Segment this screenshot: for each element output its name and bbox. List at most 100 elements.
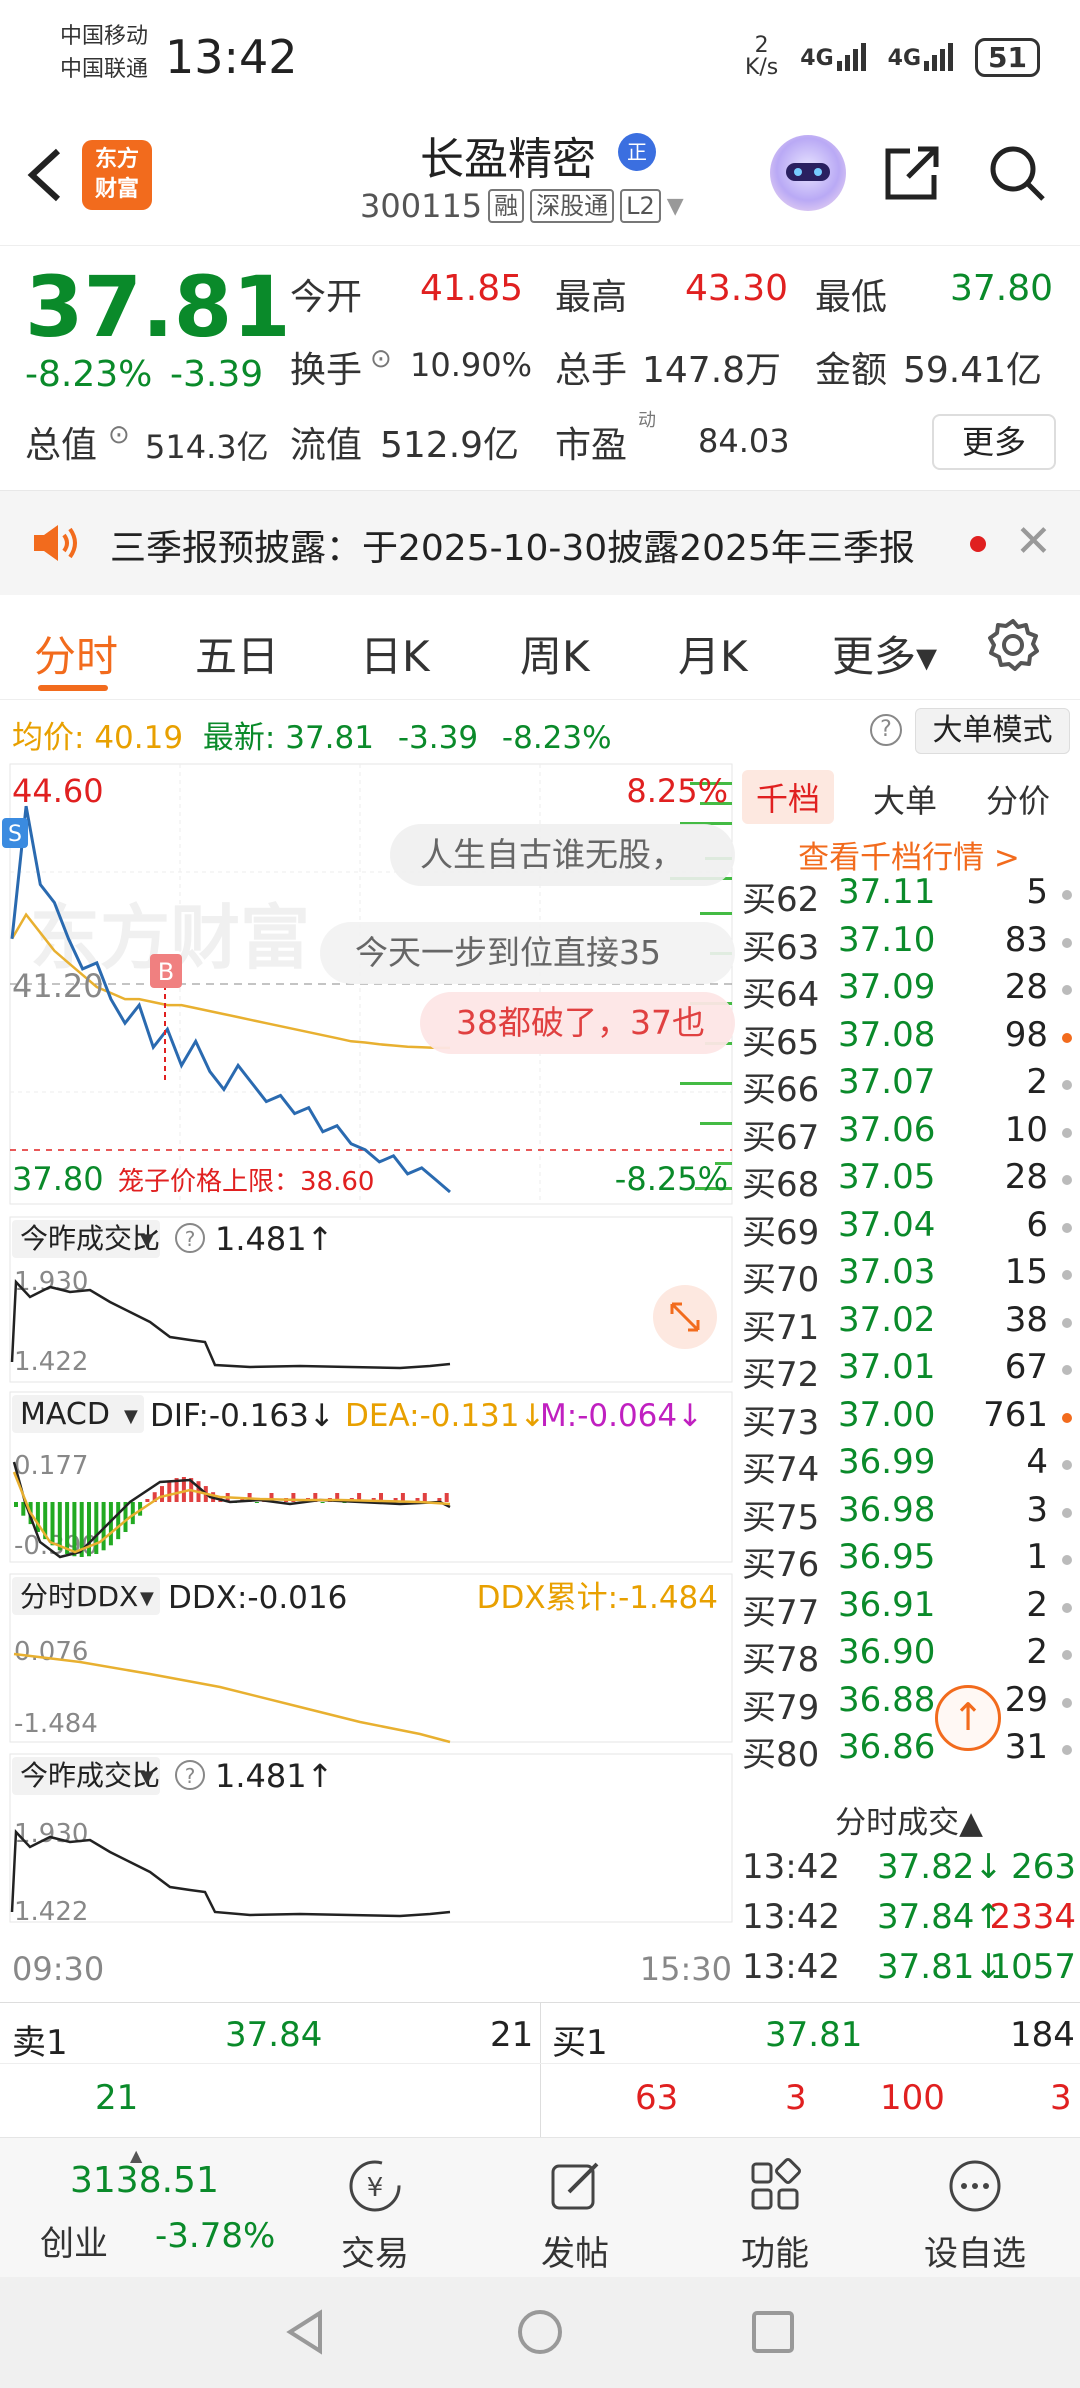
more-button[interactable]: 更多 (932, 414, 1056, 470)
vol2-top-label: 1.930 (14, 1819, 88, 1849)
order-book-row[interactable]: 买76 36.95 1 (738, 1537, 1080, 1585)
speaker-icon (34, 525, 77, 561)
order-book-row[interactable]: 买70 37.03 15 (738, 1252, 1080, 1300)
order-book-row[interactable]: 买66 37.07 2 (738, 1062, 1080, 1110)
row-volume: 761 (983, 1394, 1048, 1435)
caret-down-icon[interactable]: ▼ (667, 194, 684, 219)
close-icon[interactable]: ✕ (1015, 516, 1052, 567)
row-dot (1062, 1412, 1072, 1423)
row-dot (1062, 1555, 1072, 1565)
macd-bar (14, 1502, 18, 1507)
trade-row: 13:42 37.81↓ 1057 (742, 1947, 1080, 1993)
order-book-row[interactable]: 买65 37.08 98 (738, 1015, 1080, 1063)
chart-svg[interactable]: 东方财富 44.60 41.20 37.80 8.25% -8.25% 笼子价格… (0, 762, 735, 2002)
row-label: 买71 (742, 1307, 820, 1348)
trade-time: 13:42 (742, 1897, 840, 1937)
macd-bar (320, 1502, 325, 1503)
tab-monthly-k[interactable]: 月K (678, 623, 748, 684)
pe-value: 84.03 (698, 422, 790, 460)
tab-price-dist[interactable]: 分价 (986, 776, 1050, 822)
tab-intraday[interactable]: 分时 (34, 623, 118, 684)
app-logo[interactable]: 东方 财富 (82, 140, 152, 210)
tab-depth[interactable]: 千档 (742, 770, 835, 824)
mktcap-label: 总值 (25, 425, 98, 466)
net-speed: 2 K/s (744, 33, 779, 80)
nav-recents-icon[interactable] (748, 2307, 798, 2357)
tab-more[interactable]: 更多▾ (832, 623, 937, 684)
macd-bar (94, 1502, 99, 1554)
nav-back-icon[interactable] (280, 2307, 330, 2357)
ai-assistant-icon[interactable] (770, 135, 846, 211)
order-book-row[interactable]: 买68 37.05 28 (738, 1157, 1080, 1205)
amount-label: 金额 (815, 350, 888, 391)
nav-add-watchlist[interactable]: 设自选 (875, 2138, 1075, 2275)
gear-icon[interactable] (985, 617, 1041, 673)
row-label: 买62 (742, 880, 820, 920)
last-price: 37.81 (25, 258, 291, 356)
ddx-cum: DDX累计:-1.484 (477, 1580, 718, 1616)
order-book-row[interactable]: 买74 36.99 4 (738, 1442, 1080, 1490)
row-label: 买77 (742, 1592, 820, 1633)
share-icon[interactable] (880, 141, 944, 205)
macd-bar (50, 1502, 55, 1546)
row-dot (1062, 937, 1072, 948)
limit-label: 笼子价格上限：38.60 (118, 1167, 374, 1197)
order-book-row[interactable]: 买63 37.10 83 (738, 920, 1080, 968)
battery-icon: 51 (975, 37, 1040, 77)
row-dot (1062, 890, 1072, 900)
row-price: 37.11 (838, 872, 936, 912)
order-book-row[interactable]: 买78 36.90 2 (738, 1632, 1080, 1680)
tab-daily-k[interactable]: 日K (360, 623, 430, 684)
buy-marker-label: B (158, 958, 174, 986)
trade-row: 13:42 37.84↑ 2334 (742, 1897, 1080, 1943)
row-label: 买78 (742, 1640, 820, 1680)
order-book-row[interactable]: 买67 37.06 10 (738, 1110, 1080, 1158)
turnover-info-icon[interactable]: ⊙ (370, 344, 392, 374)
order-book-row[interactable]: 买75 36.98 3 (738, 1490, 1080, 1538)
help-icon[interactable]: ? (870, 714, 902, 746)
row-label: 买72 (742, 1355, 820, 1395)
notice-text: 三季报预披露：于2025-10-30披露2025年三季报 (110, 528, 915, 569)
sell-marker-label: S (8, 822, 22, 847)
nav-trade[interactable]: ¥ 交易 (275, 2138, 475, 2275)
nav-home-icon[interactable] (515, 2307, 565, 2357)
trade-volume: 2334 (989, 1897, 1076, 1937)
row-price: 36.88 (838, 1679, 936, 1720)
order-book-row[interactable]: 买79 36.88 29 (738, 1680, 1080, 1728)
trades-title[interactable]: 分时成交▲ (738, 1797, 1080, 1842)
order-book-row[interactable]: 买62 37.11 5 (738, 872, 1080, 920)
price-low-label: 37.80 (12, 1160, 104, 1198)
order-book-row[interactable]: 买64 37.09 28 (738, 967, 1080, 1015)
row-volume: 3 (1026, 1489, 1048, 1530)
row-dot (1062, 1460, 1072, 1470)
status-time: 13:42 (165, 30, 298, 84)
mktcap-value: 514.3亿 (145, 428, 269, 466)
tab-big-order[interactable]: 大单 (873, 776, 937, 822)
buy1-label: 买1 (552, 2023, 608, 2063)
tab-weekly-k[interactable]: 周K (520, 623, 590, 684)
nav-functions[interactable]: 功能 (675, 2138, 875, 2275)
order-book-row[interactable]: 买77 36.91 2 (738, 1585, 1080, 1633)
macd-label: MACD (20, 1397, 110, 1432)
row-dot (1062, 1507, 1072, 1518)
back-to-top-button[interactable]: ↑ (935, 1685, 1001, 1751)
tab-5day[interactable]: 五日 (195, 623, 279, 684)
chart-area[interactable]: 东方财富 44.60 41.20 37.80 8.25% -8.25% 笼子价格… (0, 762, 735, 2002)
order-book-row[interactable]: 买73 37.00 761 (738, 1395, 1080, 1443)
order-book-row[interactable]: 买72 37.01 67 (738, 1347, 1080, 1395)
order-book-row[interactable]: 买71 37.02 38 (738, 1300, 1080, 1348)
mktcap-info-icon[interactable]: ⊙ (108, 420, 130, 450)
buy1-volume: 184 (1010, 2015, 1075, 2055)
pct-low-label: -8.25% (615, 1160, 728, 1198)
view-depth-link[interactable]: 查看千档行情 > (738, 832, 1080, 877)
nav-post[interactable]: 发帖 (475, 2138, 675, 2275)
notice-unread-dot (970, 536, 986, 552)
search-icon[interactable] (985, 141, 1049, 205)
order-book-row[interactable]: 买69 37.04 6 (738, 1205, 1080, 1253)
back-icon[interactable] (20, 145, 70, 205)
macd-bar (72, 1502, 77, 1557)
buy-queue-item: 100 (880, 2078, 945, 2118)
notice-bar[interactable]: 三季报预披露：于2025-10-30披露2025年三季报 ✕ (0, 490, 1080, 595)
big-order-mode-button[interactable]: 大单模式 (915, 708, 1070, 754)
order-book-row[interactable]: 买80 36.86 31 (738, 1727, 1080, 1775)
